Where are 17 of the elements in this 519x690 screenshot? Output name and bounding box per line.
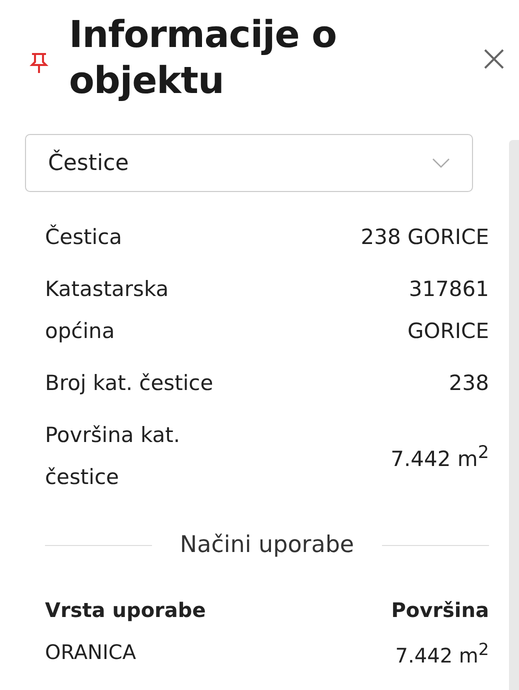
pin-icon[interactable]: [29, 52, 49, 74]
detail-label: Površina kat. čestice: [45, 422, 182, 491]
panel-title: Informacije o objektu: [69, 12, 338, 104]
column-header: Površina: [391, 598, 489, 622]
detail-label: Čestica: [45, 224, 122, 251]
detail-value: 238 GORICE: [360, 224, 489, 251]
detail-label: Broj kat. čestice: [45, 370, 214, 397]
detail-value: 238: [448, 370, 489, 397]
table-cell-text: ORANICA: [45, 640, 138, 666]
chevron-icon: [432, 158, 450, 168]
table-cell-text: 7.442 m$^{2}$: [394, 640, 489, 668]
layer-dropdown[interactable]: Čestice: [25, 134, 473, 192]
column-header: Vrsta uporabe: [45, 598, 207, 622]
detail-value: 7.442 m$^{2}$: [390, 442, 489, 473]
section-title: Načini uporabe: [180, 532, 354, 558]
detail-label: Katastarska općina: [45, 276, 170, 345]
detail-value: 317861 GORICE: [406, 276, 489, 345]
